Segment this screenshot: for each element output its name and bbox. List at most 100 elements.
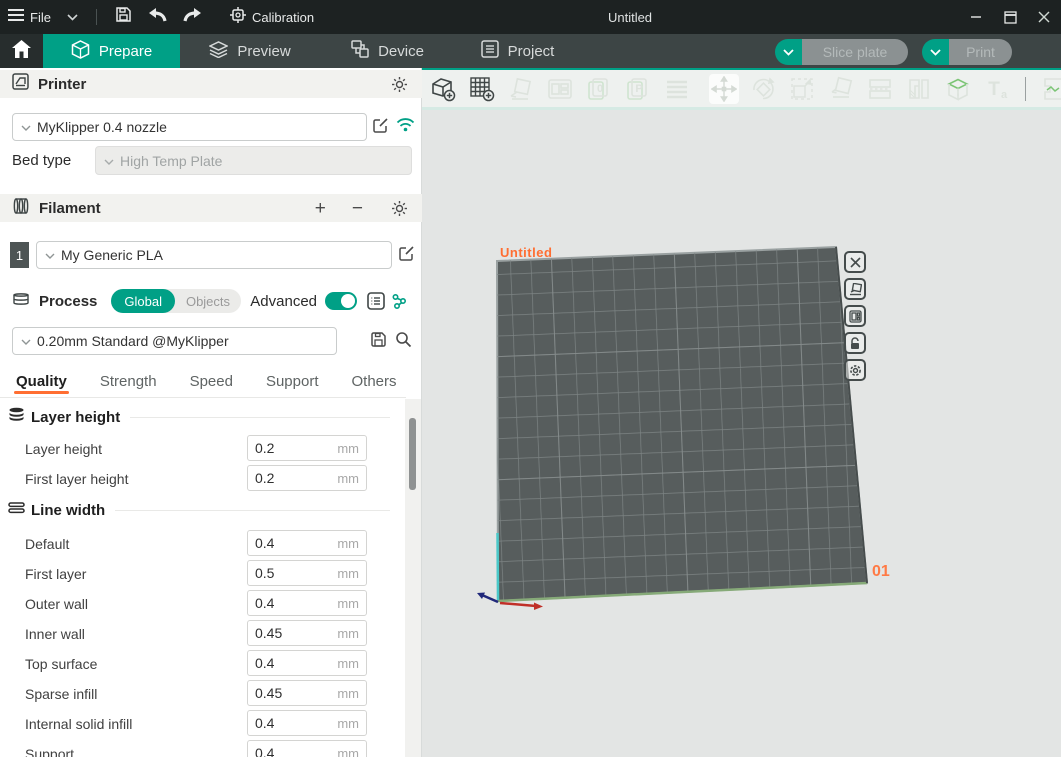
edit-filament-button[interactable] — [398, 245, 415, 262]
parameter-tabs: Quality Strength Speed Support Others — [0, 365, 406, 398]
line-width-icon — [8, 501, 25, 519]
auto-arrange-icon[interactable] — [506, 74, 536, 104]
redo-button[interactable] — [175, 0, 210, 34]
tab-speed[interactable]: Speed — [190, 365, 233, 397]
project-list-icon — [481, 40, 499, 62]
minimize-button[interactable] — [959, 0, 993, 34]
printer-settings-button[interactable] — [391, 76, 408, 93]
y-axis — [498, 533, 499, 600]
lay-on-face-icon[interactable] — [826, 74, 856, 104]
plate-number-label: 01 — [872, 563, 890, 580]
filament-slot-badge[interactable]: 1 — [10, 242, 29, 268]
remove-filament-button[interactable]: − — [346, 199, 369, 218]
printer-preset-combo[interactable]: MyKlipper 0.4 nozzle — [12, 113, 367, 141]
text-tool-icon[interactable]: Ta — [982, 74, 1012, 104]
slice-plate-button[interactable]: Slice plate — [802, 39, 908, 65]
file-menu-expand-button[interactable] — [59, 0, 86, 34]
tab-device[interactable]: Device — [320, 34, 455, 68]
filament-settings-button[interactable] — [391, 200, 408, 217]
viewport-3d[interactable]: Untitled 01 — [422, 113, 1061, 757]
hamburger-icon — [8, 8, 24, 27]
first-layer-line-width-input[interactable]: 0.5 mm — [247, 560, 367, 586]
tab-strength[interactable]: Strength — [100, 365, 157, 397]
scope-objects-button[interactable]: Objects — [175, 294, 241, 309]
print-button[interactable]: Print — [949, 39, 1012, 65]
process-section-header: Process Global Objects Advanced — [0, 286, 422, 316]
default-line-width-input[interactable]: 0.4 mm — [247, 530, 367, 556]
calibration-button[interactable]: Calibration — [222, 0, 322, 34]
advanced-toggle[interactable] — [325, 292, 357, 310]
support-line-width-input[interactable]: 0.4 mm — [247, 740, 367, 757]
maximize-button[interactable] — [993, 0, 1027, 34]
inner-wall-line-width-input[interactable]: 0.45 mm — [247, 620, 367, 646]
tab-preview[interactable]: Preview — [180, 34, 320, 68]
titlebar: File — [0, 0, 1061, 34]
variable-layer-icon[interactable] — [904, 74, 934, 104]
group-line-width: Line width — [8, 498, 390, 522]
lock-plate-button[interactable] — [844, 332, 866, 354]
svg-text:0: 0 — [597, 83, 603, 95]
device-icon — [351, 40, 369, 62]
outer-wall-line-width-input[interactable]: 0.4 mm — [247, 590, 367, 616]
layer-height-input[interactable]: 0.2 mm — [247, 435, 367, 461]
file-menu-button[interactable]: File — [0, 0, 59, 34]
plate-settings-button[interactable] — [844, 359, 866, 381]
chevron-down-icon — [104, 152, 114, 170]
plate-layout-button[interactable] — [844, 305, 866, 327]
parameter-list-button[interactable] — [367, 292, 385, 310]
build-plate-scene[interactable]: Untitled 01 — [422, 113, 1061, 757]
save-preset-button[interactable] — [370, 331, 387, 348]
tab-quality[interactable]: Quality — [16, 365, 67, 397]
undo-button[interactable] — [140, 0, 175, 34]
param-row: First layer 0.5 mm — [0, 560, 406, 587]
edit-printer-button[interactable] — [372, 117, 389, 134]
titlebar-separator — [96, 9, 97, 25]
parameter-filter-button[interactable] — [391, 293, 408, 310]
tab-prepare-label: Prepare — [99, 43, 152, 60]
split-view-icon[interactable] — [545, 74, 575, 104]
param-row: Internal solid infill 0.4 mm — [0, 710, 406, 737]
sidebar-scrollbar — [405, 399, 421, 757]
doc-objects-icon[interactable]: 0 — [584, 74, 614, 104]
delete-plate-button[interactable] — [844, 251, 866, 273]
mesh-boolean-icon[interactable] — [943, 74, 973, 104]
sidebar-scrollbar-thumb[interactable] — [409, 418, 416, 490]
bed-type-combo[interactable]: High Temp Plate — [95, 146, 412, 175]
printer-connection-icon[interactable] — [396, 117, 415, 132]
rotate-tool-icon[interactable] — [748, 74, 778, 104]
undo-icon — [148, 7, 167, 27]
scale-tool-icon[interactable] — [787, 74, 817, 104]
sparse-infill-line-width-input[interactable]: 0.45 mm — [247, 680, 367, 706]
home-icon — [12, 40, 31, 63]
process-preset-combo[interactable]: 0.20mm Standard @MyKlipper — [12, 327, 337, 355]
doc-plates-icon[interactable]: P — [623, 74, 653, 104]
top-surface-line-width-input[interactable]: 0.4 mm — [247, 650, 367, 676]
add-filament-button[interactable]: + — [309, 199, 332, 218]
first-layer-height-input[interactable]: 0.2 mm — [247, 465, 367, 491]
tab-others[interactable]: Others — [352, 365, 397, 397]
printer-section-header: Printer — [0, 70, 422, 98]
scope-global-button[interactable]: Global — [111, 289, 175, 313]
home-button[interactable] — [0, 34, 43, 68]
arrange-plate-button[interactable] — [844, 278, 866, 300]
tab-project[interactable]: Project — [455, 34, 580, 68]
add-object-icon[interactable] — [428, 74, 458, 104]
add-plate-icon[interactable] — [467, 74, 497, 104]
print-split-button: Print — [922, 39, 1012, 65]
assembly-view-icon[interactable] — [1039, 74, 1061, 104]
viewport-toolbar: 0 P Ta — [422, 70, 1061, 110]
cut-tool-icon[interactable] — [865, 74, 895, 104]
print-options-button[interactable] — [922, 39, 949, 65]
internal-solid-infill-line-width-input[interactable]: 0.4 mm — [247, 710, 367, 736]
search-icon[interactable] — [395, 331, 412, 348]
tab-support[interactable]: Support — [266, 365, 319, 397]
slice-options-button[interactable] — [775, 39, 802, 65]
save-button[interactable] — [107, 0, 140, 34]
layers-list-icon[interactable] — [662, 74, 692, 104]
parameter-list: Layer height Layer height 0.2 mm First l… — [0, 399, 406, 757]
close-button[interactable] — [1027, 0, 1061, 34]
param-row: Outer wall 0.4 mm — [0, 590, 406, 617]
filament-preset-combo[interactable]: My Generic PLA — [36, 241, 392, 269]
tab-prepare[interactable]: Prepare — [43, 34, 180, 68]
move-tool-icon[interactable] — [709, 74, 739, 104]
